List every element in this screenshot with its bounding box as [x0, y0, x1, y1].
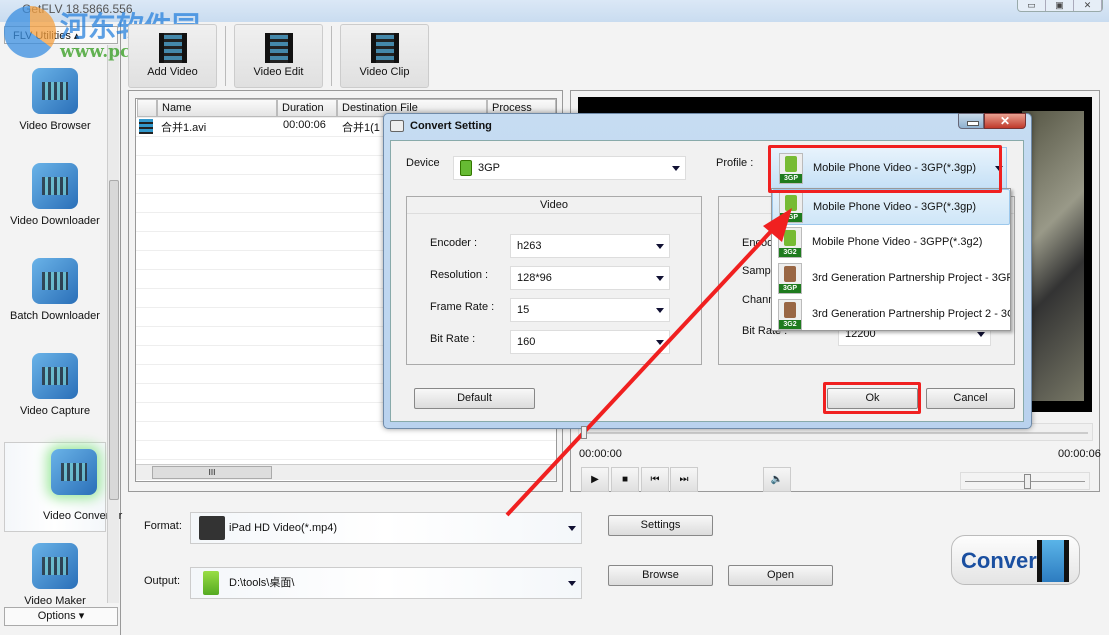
arrow-shaft: [505, 225, 777, 517]
annotation-arrow: [505, 208, 792, 517]
seek-handle[interactable]: [581, 426, 587, 439]
volume-handle[interactable]: [1024, 474, 1031, 489]
